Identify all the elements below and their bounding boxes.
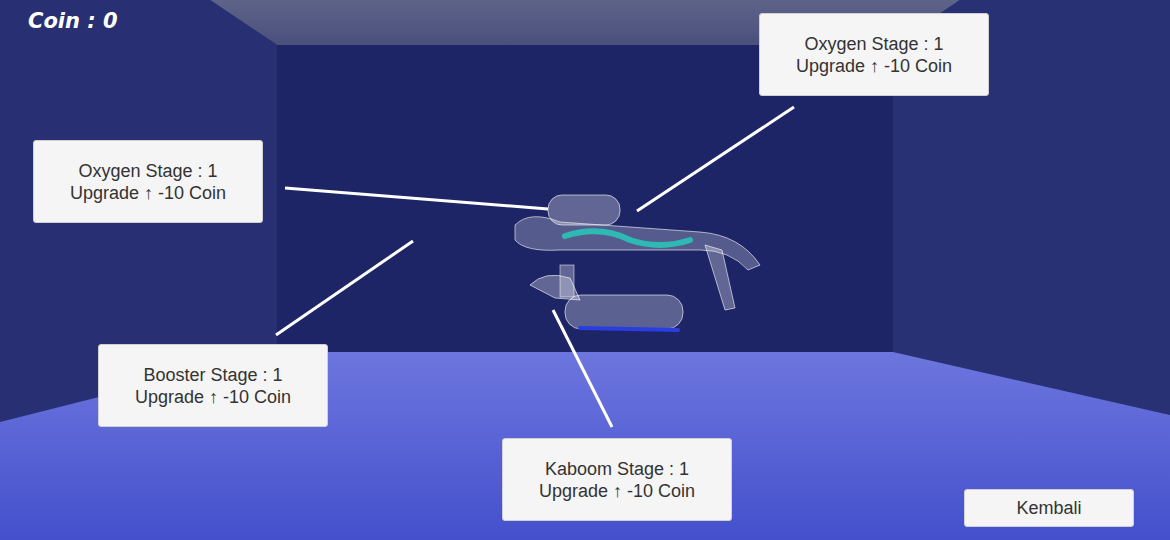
- upgrade-title: Oxygen Stage : 1: [78, 160, 217, 182]
- upgrade-button[interactable]: Booster Stage : 1Upgrade ↑ -10 Coin: [98, 344, 328, 427]
- callout-line: [285, 188, 548, 209]
- upgrade-title: Oxygen Stage : 1: [804, 33, 943, 55]
- upgrade-title: Booster Stage : 1: [143, 364, 282, 386]
- upgrade-title: Kaboom Stage : 1: [545, 458, 689, 480]
- upgrade-cost: Upgrade ↑ -10 Coin: [70, 182, 226, 204]
- footer: Kembali: [964, 489, 1134, 527]
- callout-line: [553, 310, 612, 427]
- upgrade-button[interactable]: Oxygen Stage : 1Upgrade ↑ -10 Coin: [759, 13, 989, 96]
- diving-gear-model: [515, 195, 760, 330]
- upgrade-screen: Coin : 0Oxygen Stage : 1Upgrade ↑ -10 Co…: [0, 0, 1170, 540]
- upgrade-cost: Upgrade ↑ -10 Coin: [796, 55, 952, 77]
- callout-line: [276, 241, 413, 335]
- back-button[interactable]: Kembali: [964, 489, 1134, 527]
- coin-counter: Coin : 0: [28, 6, 118, 38]
- upgrade-button[interactable]: Kaboom Stage : 1Upgrade ↑ -10 Coin: [502, 438, 732, 521]
- upgrade-cost: Upgrade ↑ -10 Coin: [135, 386, 291, 408]
- upgrade-button[interactable]: Oxygen Stage : 1Upgrade ↑ -10 Coin: [33, 140, 263, 223]
- callout-line: [637, 107, 794, 211]
- upgrade-cost: Upgrade ↑ -10 Coin: [539, 480, 695, 502]
